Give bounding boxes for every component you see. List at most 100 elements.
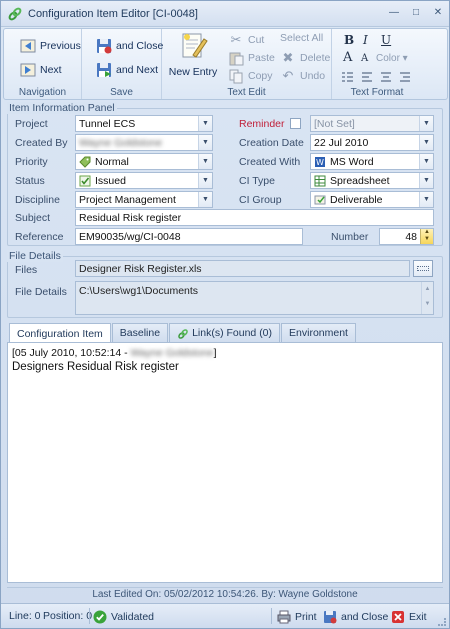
- chevron-down-icon: ▼: [198, 154, 212, 169]
- validated-label: Validated: [111, 611, 155, 623]
- discipline-select[interactable]: Project Management ▼: [75, 191, 213, 208]
- bold-button[interactable]: B: [344, 33, 354, 47]
- created-by-select[interactable]: Wayne Goldstone ▼: [75, 134, 213, 151]
- tab-configuration-item[interactable]: Configuration Item: [9, 323, 111, 344]
- save-group: and Close and Next Save: [82, 29, 163, 99]
- last-edited-info: Last Edited On: 05/02/2012 10:54:26. By:…: [7, 587, 443, 601]
- paste-button[interactable]: Paste: [228, 50, 275, 66]
- save-and-close-status-button[interactable]: and Close: [323, 610, 388, 624]
- chevron-down-icon: ▼: [198, 192, 212, 207]
- chevron-down-icon: ▼: [198, 116, 212, 131]
- browse-icon: [417, 266, 429, 271]
- chevron-down-icon: ▼: [419, 173, 433, 188]
- priority-value: Normal: [95, 155, 129, 168]
- chevron-down-icon: ▼: [419, 192, 433, 207]
- minimize-button[interactable]: —: [387, 6, 401, 20]
- print-label: Print: [295, 611, 317, 623]
- status-bar: Line: 0 Position: 0 Validated Print and …: [1, 603, 449, 628]
- next-icon: [20, 63, 36, 77]
- ci-type-label: CI Type: [239, 175, 275, 187]
- exit-button[interactable]: Exit: [391, 610, 427, 624]
- chain-link-icon: [8, 7, 22, 20]
- copy-icon: [229, 69, 243, 84]
- tab-environment-label: Environment: [289, 327, 348, 339]
- creation-date-label: Creation Date: [239, 137, 304, 149]
- entry-body: Designers Residual Risk register: [12, 361, 179, 373]
- close-button[interactable]: ✕: [431, 6, 445, 20]
- resize-grip[interactable]: [438, 618, 446, 626]
- configuration-item-editor[interactable]: [05 July 2010, 10:52:14 - Wayne Goldston…: [7, 342, 443, 583]
- reminder-date-field[interactable]: [Not Set] ▼: [310, 115, 434, 132]
- save-close-icon: [324, 611, 337, 624]
- spreadsheet-icon: [314, 175, 326, 186]
- select-all-button[interactable]: Select All: [280, 32, 323, 44]
- tab-baseline[interactable]: Baseline: [111, 323, 169, 343]
- scissors-icon: ✂: [230, 32, 242, 47]
- project-select[interactable]: Tunnel ECS ▼: [75, 115, 213, 132]
- priority-select[interactable]: Normal ▼: [75, 153, 213, 170]
- next-button[interactable]: Next: [20, 62, 62, 78]
- stepper-arrows-icon[interactable]: ▲ ▼: [420, 229, 433, 244]
- discipline-label: Discipline: [15, 194, 60, 206]
- file-details-panel-title: File Details: [7, 250, 63, 262]
- undo-button[interactable]: ↶ Undo: [280, 68, 326, 84]
- created-with-select[interactable]: W MS Word ▼: [310, 153, 434, 170]
- underline-button[interactable]: U: [381, 33, 391, 47]
- text-edit-group-label: Text Edit: [227, 87, 266, 98]
- file-details-label: File Details: [15, 286, 67, 298]
- printer-icon: [277, 610, 291, 624]
- color-label: Color: [376, 53, 400, 64]
- subject-input[interactable]: Residual Risk register: [75, 209, 434, 226]
- paste-icon: [229, 52, 244, 66]
- files-field[interactable]: Designer Risk Register.xls: [75, 260, 410, 277]
- tab-environment[interactable]: Environment: [281, 323, 356, 343]
- reference-label: Reference: [15, 231, 64, 243]
- created-by-value: Wayne Goldstone: [79, 136, 163, 149]
- status-select[interactable]: Issued ▼: [75, 172, 213, 189]
- browse-file-button[interactable]: [413, 260, 433, 277]
- save-and-close-label: and Close: [116, 40, 164, 52]
- maximize-button[interactable]: □: [409, 6, 423, 20]
- previous-icon: [20, 39, 36, 53]
- position-indicator: Position: 0: [43, 610, 93, 622]
- subject-label: Subject: [15, 212, 51, 224]
- save-and-close-button[interactable]: and Close: [96, 38, 163, 54]
- copy-button[interactable]: Copy: [228, 68, 273, 84]
- text-format-group-label: Text Format: [350, 87, 404, 98]
- cut-label: Cut: [248, 34, 265, 46]
- copy-label: Copy: [248, 70, 273, 82]
- previous-button[interactable]: Previous: [20, 38, 81, 54]
- tab-baseline-label: Baseline: [119, 327, 161, 339]
- paragraph-align-icons[interactable]: [342, 71, 414, 83]
- reminder-checkbox[interactable]: [290, 118, 301, 129]
- reference-input[interactable]: EM90035/wg/CI-0048: [75, 228, 303, 245]
- created-with-label: Created With: [239, 156, 301, 168]
- file-details-textarea[interactable]: C:\Users\wg1\Documents ▲ ▼: [75, 281, 434, 315]
- new-entry-button[interactable]: New Entry: [168, 31, 218, 78]
- creation-date-field[interactable]: 22 Jul 2010 ▼: [310, 134, 434, 151]
- files-value: Designer Risk Register.xls: [79, 262, 202, 275]
- deliverable-icon: [314, 195, 326, 204]
- window-title: Configuration Item Editor [CI-0048]: [28, 7, 198, 20]
- ci-group-select[interactable]: Deliverable ▼: [310, 191, 434, 208]
- file-details-scrollbar[interactable]: ▲ ▼: [421, 282, 433, 314]
- delete-button[interactable]: ✖ Delete: [280, 50, 331, 66]
- save-and-next-button[interactable]: and Next: [96, 62, 158, 78]
- number-stepper[interactable]: 48 ▲ ▼: [379, 228, 434, 245]
- entry-header-author: Wayne Goldstone: [130, 347, 214, 359]
- project-label: Project: [15, 118, 48, 130]
- check-circle-icon: [93, 610, 107, 624]
- cut-button[interactable]: ✂ Cut: [228, 32, 265, 48]
- print-button[interactable]: Print: [277, 610, 317, 624]
- italic-button[interactable]: I: [363, 33, 368, 47]
- save-close-icon: [97, 39, 112, 54]
- font-size-button[interactable]: A: [361, 53, 368, 64]
- font-button[interactable]: A: [343, 50, 352, 65]
- tab-links-found[interactable]: Link(s) Found (0): [169, 323, 281, 343]
- ci-type-select[interactable]: Spreadsheet ▼: [310, 172, 434, 189]
- color-button[interactable]: Color ▾: [376, 53, 408, 64]
- status-separator: [271, 608, 272, 624]
- chevron-down-icon: ▼: [419, 135, 433, 150]
- status-value: Issued: [95, 174, 126, 187]
- undo-label: Undo: [300, 70, 326, 82]
